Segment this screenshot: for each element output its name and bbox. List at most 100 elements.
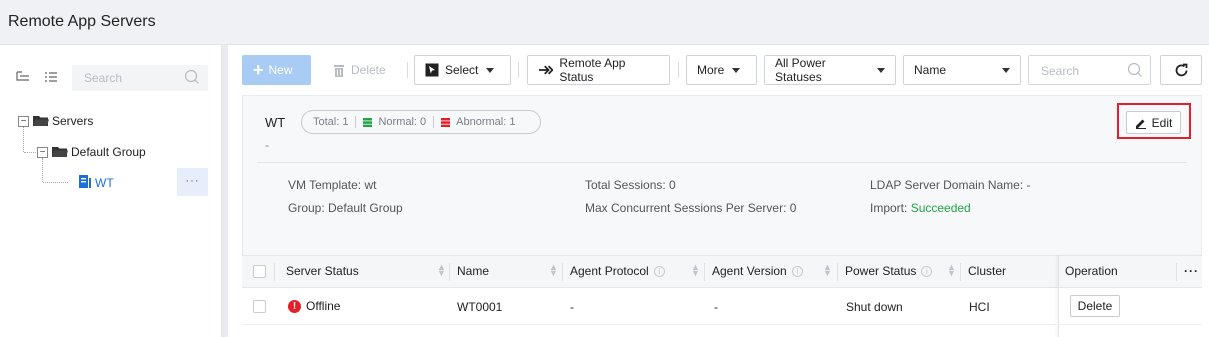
agent-protocol-cell: - bbox=[570, 300, 574, 314]
toolbar-separator bbox=[518, 62, 519, 78]
sort-icon[interactable]: ▲ ▼ bbox=[947, 263, 956, 278]
normal-server-icon bbox=[363, 117, 373, 127]
status-text: Offline bbox=[306, 299, 341, 313]
refresh-button[interactable] bbox=[1160, 55, 1202, 85]
more-label: More bbox=[697, 63, 725, 77]
delete-button-label: Delete bbox=[351, 63, 386, 77]
import-label: Import: bbox=[870, 201, 911, 215]
header-label: Power Status bbox=[845, 264, 917, 278]
column-divider bbox=[449, 263, 450, 281]
import-field: Import: Succeeded bbox=[870, 201, 971, 215]
tree-node-more-button[interactable]: ··· bbox=[177, 168, 208, 196]
chevron-down-icon bbox=[877, 67, 885, 73]
header-label: Server Status bbox=[286, 264, 359, 278]
normal-count: Normal: 0 bbox=[378, 116, 427, 128]
column-settings-button[interactable]: ··· bbox=[1184, 264, 1199, 278]
chevron-down-icon bbox=[486, 67, 495, 73]
more-icon: ··· bbox=[1184, 264, 1199, 278]
column-header-power-status[interactable]: Power Status i bbox=[845, 264, 933, 278]
abnormal-server-icon bbox=[441, 117, 451, 127]
field-filter-select[interactable]: Name bbox=[903, 55, 1021, 85]
power-status-filter[interactable]: All Power Statuses bbox=[764, 55, 896, 85]
header-label: Name bbox=[457, 264, 490, 278]
remote-app-status-label: Remote App Status bbox=[559, 56, 626, 84]
column-header-cluster[interactable]: Cluster bbox=[968, 264, 1006, 278]
chevron-down-icon bbox=[1002, 67, 1010, 73]
max-sessions-field: Max Concurrent Sessions Per Server: 0 bbox=[585, 201, 797, 215]
plus-icon: + bbox=[253, 60, 264, 80]
stats-separator bbox=[433, 116, 435, 128]
tree-node-label: Servers bbox=[52, 114, 94, 128]
column-divider bbox=[704, 263, 705, 281]
column-header-agent-protocol[interactable]: Agent Protocol i bbox=[570, 264, 665, 278]
total-sessions-field: Total Sessions: 0 bbox=[585, 178, 676, 192]
column-divider bbox=[1176, 263, 1177, 281]
server-group-icon bbox=[79, 175, 91, 188]
collapse-toggle-icon[interactable]: − bbox=[37, 146, 48, 158]
panel-divider bbox=[257, 162, 1187, 163]
select-dropdown[interactable]: Select bbox=[414, 55, 511, 85]
column-header-name[interactable]: Name bbox=[457, 264, 489, 278]
search-icon[interactable] bbox=[1127, 62, 1143, 78]
power-status-cell: Shut down bbox=[846, 300, 903, 314]
edit-button[interactable]: Edit bbox=[1126, 111, 1181, 134]
info-icon[interactable]: i bbox=[921, 265, 933, 277]
new-button[interactable]: + New bbox=[242, 55, 311, 85]
delete-button[interactable]: Delete bbox=[322, 55, 398, 85]
info-icon[interactable]: i bbox=[653, 265, 665, 277]
forward-arrow-icon bbox=[538, 65, 554, 75]
column-header-operation: Operation bbox=[1065, 264, 1118, 278]
sort-icon[interactable]: ▲ ▼ bbox=[691, 263, 700, 278]
remote-app-status-button[interactable]: Remote App Status bbox=[527, 55, 670, 85]
header-label: Cluster bbox=[968, 264, 1007, 278]
import-status: Succeeded bbox=[910, 201, 971, 215]
info-icon[interactable]: i bbox=[791, 265, 803, 277]
group-title: WT bbox=[265, 115, 286, 130]
column-header-server-status[interactable]: Server Status bbox=[286, 264, 359, 278]
column-divider bbox=[837, 263, 838, 281]
tree-node-wt[interactable]: WT ··· bbox=[62, 168, 208, 196]
expand-all-icon[interactable] bbox=[40, 66, 62, 88]
tree-node-label: Default Group bbox=[71, 145, 146, 159]
folder-open-icon bbox=[33, 116, 49, 126]
folder-open-icon bbox=[52, 147, 68, 157]
sort-icon[interactable]: ▲ ▼ bbox=[549, 263, 558, 278]
tree-node-servers[interactable]: − Servers bbox=[18, 111, 93, 131]
select-label: Select bbox=[445, 63, 479, 77]
new-button-label: New bbox=[268, 63, 293, 77]
tree-connector bbox=[24, 152, 38, 153]
header-label: Agent Protocol bbox=[570, 264, 649, 278]
trash-icon bbox=[334, 64, 344, 77]
select-all-checkbox[interactable] bbox=[253, 265, 266, 278]
sidebar-search-input[interactable]: Search bbox=[72, 65, 208, 91]
field-filter-label: Name bbox=[914, 63, 947, 77]
row-delete-button[interactable]: Delete bbox=[1070, 295, 1120, 317]
search-input[interactable]: Search bbox=[1028, 55, 1151, 85]
server-name-cell[interactable]: WT0001 bbox=[457, 300, 502, 314]
sort-icon[interactable]: ▲ ▼ bbox=[823, 263, 832, 278]
table-row[interactable] bbox=[242, 289, 1202, 325]
column-divider bbox=[960, 263, 961, 281]
group-description: - bbox=[265, 138, 269, 152]
header-label: Operation bbox=[1065, 264, 1118, 278]
toolbar-separator bbox=[678, 62, 679, 78]
sort-icon[interactable]: ▲ ▼ bbox=[437, 263, 446, 278]
more-dropdown[interactable]: More bbox=[686, 55, 757, 85]
tree-node-label: WT bbox=[95, 176, 114, 190]
agent-version-cell: - bbox=[714, 300, 718, 314]
search-icon[interactable] bbox=[184, 69, 200, 85]
row-checkbox[interactable] bbox=[253, 300, 266, 313]
tree-node-default-group[interactable]: − Default Group bbox=[37, 142, 146, 162]
page-title: Remote App Servers bbox=[8, 13, 156, 30]
collapse-toggle-icon[interactable]: − bbox=[18, 115, 29, 127]
total-count: Total: 1 bbox=[313, 116, 349, 128]
vm-template-field: VM Template: wt bbox=[288, 178, 377, 192]
column-header-agent-version[interactable]: Agent Version i bbox=[712, 264, 803, 278]
group-field: Group: Default Group bbox=[288, 201, 403, 215]
collapse-all-icon[interactable] bbox=[12, 66, 34, 88]
offline-alert-icon: ! bbox=[288, 300, 301, 314]
sidebar-search-placeholder: Search bbox=[84, 71, 123, 85]
server-stats-pill: Total: 1 Normal: 0 Abnormal: 1 bbox=[301, 110, 541, 134]
abnormal-count: Abnormal: 1 bbox=[456, 116, 516, 128]
power-status-filter-label: All Power Statuses bbox=[775, 56, 826, 84]
